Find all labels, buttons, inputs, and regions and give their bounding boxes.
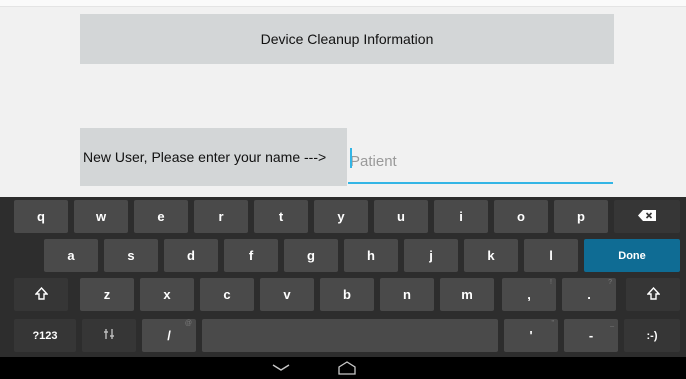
symbols-key[interactable]: ?123 [14,319,76,352]
backspace-icon [638,209,656,224]
space-bar[interactable] [202,319,498,352]
key-h[interactable]: h [344,239,398,272]
key-y[interactable]: y [314,200,368,233]
apostrophe-hint: " [551,320,555,327]
period-label: . [587,287,591,302]
slash-label: / [167,328,171,343]
key-m[interactable]: m [440,278,494,311]
key-shift-right[interactable] [626,278,680,311]
key-k[interactable]: k [464,239,518,272]
key-c[interactable]: c [200,278,254,311]
key-d[interactable]: d [164,239,218,272]
settings-key[interactable] [82,319,136,352]
back-chevron-icon[interactable] [266,359,296,377]
soft-keyboard: q w e r t y u i o p a s d f g h j k l Do… [0,197,686,357]
smiley-key[interactable]: :-) [624,319,680,352]
page-title: Device Cleanup Information [80,14,614,64]
key-t[interactable]: t [254,200,308,233]
key-x[interactable]: x [140,278,194,311]
navigation-bar [0,357,686,379]
comma-hint: ! [550,279,552,286]
period-hint: ? [608,279,612,286]
key-apostrophe[interactable]: ' " [504,319,558,352]
apostrophe-label: ' [529,328,533,343]
status-area [0,0,686,7]
key-b[interactable]: b [320,278,374,311]
key-backspace[interactable] [614,200,680,233]
key-f[interactable]: f [224,239,278,272]
text-cursor [350,148,352,168]
shift-icon [645,286,661,303]
key-l[interactable]: l [524,239,578,272]
key-w[interactable]: w [74,200,128,233]
key-z[interactable]: z [80,278,134,311]
key-o[interactable]: o [494,200,548,233]
key-j[interactable]: j [404,239,458,272]
at-hint: @ [184,320,192,327]
key-s[interactable]: s [104,239,158,272]
key-a[interactable]: a [44,239,98,272]
key-n[interactable]: n [380,278,434,311]
comma-label: , [527,287,531,302]
dash-label: - [588,328,594,343]
name-input[interactable] [348,140,613,184]
settings-icon [103,328,115,343]
done-button[interactable]: Done [584,239,680,272]
name-label: New User, Please enter your name ---> [80,128,347,186]
key-e[interactable]: e [134,200,188,233]
key-shift-left[interactable] [14,278,68,311]
key-g[interactable]: g [284,239,338,272]
key-comma[interactable]: , ! [502,278,556,311]
key-r[interactable]: r [194,200,248,233]
key-v[interactable]: v [260,278,314,311]
key-i[interactable]: i [434,200,488,233]
dash-hint: _ [610,320,614,327]
key-period[interactable]: . ? [562,278,616,311]
key-q[interactable]: q [14,200,68,233]
app-screen: Device Cleanup Information New User, Ple… [0,0,686,197]
key-dash[interactable]: - _ [564,319,618,352]
key-u[interactable]: u [374,200,428,233]
key-p[interactable]: p [554,200,608,233]
shift-icon [33,286,49,303]
home-icon[interactable] [334,359,360,377]
key-slash[interactable]: / @ [142,319,196,352]
